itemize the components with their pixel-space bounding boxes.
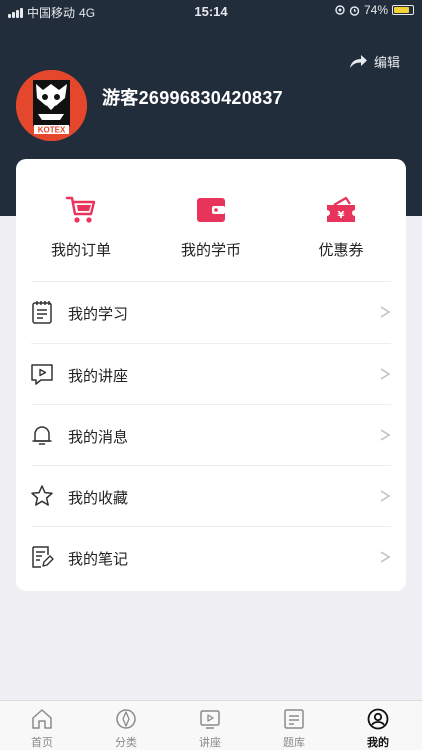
- username: 游客26996830420837: [102, 88, 283, 108]
- note-edit-icon: [32, 546, 54, 568]
- my-coins-button[interactable]: 我的学币: [146, 193, 276, 260]
- compass-icon: [116, 709, 136, 729]
- video-chat-icon: [31, 364, 53, 385]
- tab-lectures[interactable]: 讲座: [168, 707, 252, 750]
- chevron-right-icon: [380, 429, 390, 441]
- menu-item-my-messages[interactable]: 我的消息: [16, 405, 406, 466]
- avatar[interactable]: KOTEX: [16, 70, 87, 141]
- profile-card: 我的订单 我的学币 ¥ 优惠券 我的学习 我的讲座 我的消息 我的收藏 我的笔记: [16, 159, 406, 591]
- tab-label: 我的: [367, 737, 389, 749]
- edit-button[interactable]: 编辑: [348, 52, 400, 71]
- tab-mine[interactable]: 我的: [336, 707, 420, 750]
- document-icon: [284, 709, 304, 729]
- user-circle-icon: [367, 708, 389, 730]
- menu-item-my-notes[interactable]: 我的笔记: [16, 527, 406, 588]
- status-bar: 中国移动 4G 15:14 74%: [0, 0, 422, 22]
- coupons-label: 优惠券: [318, 242, 364, 259]
- star-icon: [31, 485, 53, 506]
- tab-label: 题库: [283, 737, 305, 749]
- my-orders-button[interactable]: 我的订单: [16, 193, 146, 260]
- my-coins-label: 我的学币: [180, 242, 241, 259]
- chevron-right-icon: [380, 551, 390, 563]
- alarm-icon: [349, 5, 360, 16]
- tab-home[interactable]: 首页: [0, 707, 84, 750]
- notebook-icon: [32, 301, 52, 324]
- tab-label: 首页: [31, 737, 53, 749]
- tab-question-bank[interactable]: 题库: [252, 707, 336, 750]
- coupons-button[interactable]: ¥ 优惠券: [276, 193, 406, 260]
- menu-item-my-favorites[interactable]: 我的收藏: [16, 466, 406, 527]
- menu-item-label: 我的学习: [68, 306, 129, 323]
- edit-label: 编辑: [373, 55, 400, 70]
- menu-item-label: 我的讲座: [68, 368, 129, 385]
- bell-icon: [32, 426, 52, 445]
- svg-text:¥: ¥: [338, 210, 345, 221]
- battery-icon: [392, 5, 414, 15]
- tab-label: 分类: [115, 737, 137, 749]
- avatar-logo-text: KOTEX: [38, 126, 66, 135]
- coupon-icon: ¥: [327, 196, 355, 222]
- shopping-cart-icon: [65, 196, 96, 223]
- location-icon: [335, 5, 345, 15]
- tab-bar: 首页 分类 讲座 题库 我的: [0, 700, 422, 750]
- quick-actions: 我的订单 我的学币 ¥ 优惠券: [16, 159, 406, 281]
- battery-percent: 74%: [363, 3, 388, 17]
- menu-item-label: 我的收藏: [68, 490, 129, 507]
- chevron-right-icon: [380, 490, 390, 502]
- menu-item-label: 我的消息: [68, 429, 129, 446]
- tab-categories[interactable]: 分类: [84, 707, 168, 750]
- tab-label: 讲座: [199, 737, 221, 749]
- menu-item-my-study[interactable]: 我的学习: [16, 282, 406, 343]
- chevron-right-icon: [380, 306, 390, 318]
- menu-item-my-lectures[interactable]: 我的讲座: [16, 344, 406, 405]
- chevron-right-icon: [380, 368, 390, 380]
- share-arrow-icon: [349, 54, 367, 68]
- menu-item-label: 我的笔记: [68, 551, 129, 568]
- play-screen-icon: [200, 710, 220, 729]
- wallet-icon: [197, 198, 225, 222]
- tiger-logo-icon: KOTEX: [16, 70, 87, 141]
- my-orders-label: 我的订单: [50, 242, 111, 259]
- home-icon: [32, 709, 52, 729]
